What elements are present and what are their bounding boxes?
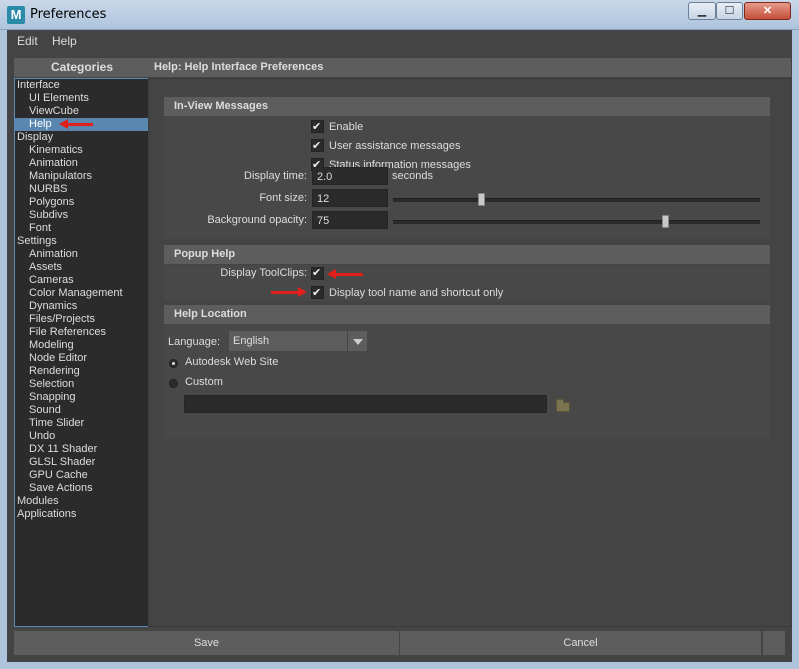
background-opacity-label: Background opacity: bbox=[207, 214, 307, 226]
category-item[interactable]: Sound bbox=[15, 404, 149, 417]
section-help-location[interactable]: Help Location bbox=[164, 305, 770, 324]
category-item[interactable]: Dynamics bbox=[15, 300, 149, 313]
maya-app-icon: M bbox=[7, 6, 25, 24]
category-item[interactable]: Interface bbox=[15, 79, 149, 92]
web-site-label: Autodesk Web Site bbox=[185, 356, 279, 368]
category-item[interactable]: GLSL Shader bbox=[15, 456, 149, 469]
category-item[interactable]: Animation bbox=[15, 157, 149, 170]
cancel-button[interactable]: Cancel bbox=[400, 631, 761, 655]
menu-help[interactable]: Help bbox=[52, 34, 77, 48]
category-item[interactable]: Subdivs bbox=[15, 209, 149, 222]
category-item[interactable]: DX 11 Shader bbox=[15, 443, 149, 456]
enable-label: Enable bbox=[329, 121, 364, 133]
background-opacity-slider-handle[interactable] bbox=[661, 215, 669, 228]
custom-label: Custom bbox=[185, 376, 223, 388]
categories-list[interactable]: Interface UI Elements ViewCube Help Display K… bbox=[14, 78, 150, 627]
title-bar: M Preferences ▁ ☐ ✕ bbox=[0, 0, 799, 30]
language-label: Language: bbox=[168, 336, 220, 348]
user-assistance-label: User assistance messages bbox=[329, 140, 461, 152]
menu-bar: Edit Help bbox=[7, 30, 792, 52]
section-in-view-messages[interactable]: In-View Messages bbox=[164, 97, 770, 116]
close-button[interactable]: ✕ bbox=[744, 2, 791, 20]
folder-icon[interactable] bbox=[556, 399, 570, 412]
window-client: Edit Help Categories Interface UI Element… bbox=[7, 30, 792, 662]
display-time-field[interactable]: 2.0 bbox=[312, 167, 388, 185]
category-item[interactable]: Color Management bbox=[15, 287, 149, 300]
category-item[interactable]: GPU Cache bbox=[15, 469, 149, 482]
font-size-field[interactable]: 12 bbox=[312, 189, 388, 207]
custom-radio[interactable] bbox=[169, 379, 178, 388]
category-item[interactable]: Display bbox=[15, 131, 149, 144]
category-item[interactable]: Kinematics bbox=[15, 144, 149, 157]
category-item[interactable]: Rendering bbox=[15, 365, 149, 378]
category-item[interactable]: Node Editor bbox=[15, 352, 149, 365]
popup-help-body: Display ToolClips: Display tool name and… bbox=[164, 265, 770, 301]
category-item[interactable]: Assets bbox=[15, 261, 149, 274]
category-item[interactable]: Files/Projects bbox=[15, 313, 149, 326]
language-dropdown[interactable]: English bbox=[229, 331, 347, 351]
menu-edit[interactable]: Edit bbox=[17, 34, 38, 48]
maximize-button[interactable]: ☐ bbox=[716, 2, 743, 20]
web-site-radio[interactable] bbox=[169, 359, 178, 368]
categories-header: Categories bbox=[14, 58, 150, 77]
category-item[interactable]: Undo bbox=[15, 430, 149, 443]
category-item[interactable]: Settings bbox=[15, 235, 149, 248]
annotation-arrow bbox=[327, 269, 363, 279]
display-toolclips-checkbox[interactable] bbox=[311, 266, 324, 280]
display-time-label: Display time: bbox=[244, 170, 307, 182]
category-item[interactable]: Save Actions bbox=[15, 482, 149, 495]
category-item[interactable]: UI Elements bbox=[15, 92, 149, 105]
display-time-unit: seconds bbox=[392, 170, 433, 182]
chevron-down-icon[interactable] bbox=[347, 331, 367, 351]
category-item[interactable]: Polygons bbox=[15, 196, 149, 209]
display-toolclips-label: Display ToolClips: bbox=[220, 267, 307, 279]
window-frame: Edit Help Categories Interface UI Element… bbox=[0, 30, 799, 669]
section-popup-help[interactable]: Popup Help bbox=[164, 245, 770, 264]
font-size-slider[interactable] bbox=[393, 198, 760, 202]
tool-name-shortcut-checkbox[interactable] bbox=[311, 285, 324, 301]
custom-path-field[interactable] bbox=[184, 395, 547, 413]
category-item[interactable]: Animation bbox=[15, 248, 149, 261]
category-item[interactable]: Time Slider bbox=[15, 417, 149, 430]
user-assistance-checkbox[interactable] bbox=[311, 138, 324, 154]
enable-checkbox[interactable] bbox=[311, 119, 324, 135]
category-item[interactable]: Manipulators bbox=[15, 170, 149, 183]
category-item[interactable]: Selection bbox=[15, 378, 149, 391]
font-size-label: Font size: bbox=[259, 192, 307, 204]
minimize-button[interactable]: ▁ bbox=[688, 2, 716, 20]
category-item[interactable]: Font bbox=[15, 222, 149, 235]
in-view-messages-body: Enable User assistance messages Status i… bbox=[164, 117, 770, 239]
background-opacity-field[interactable]: 75 bbox=[312, 211, 388, 229]
window-title: Preferences bbox=[30, 7, 107, 22]
category-item[interactable]: Modeling bbox=[15, 339, 149, 352]
category-item[interactable]: Applications bbox=[15, 508, 149, 521]
language-value: English bbox=[233, 335, 270, 347]
preferences-panel: In-View Messages Enable User assistance … bbox=[148, 78, 791, 627]
font-size-slider-handle[interactable] bbox=[478, 193, 486, 206]
panel-header: Help: Help Interface Preferences bbox=[148, 58, 791, 77]
background-opacity-slider[interactable] bbox=[393, 220, 760, 224]
category-item[interactable]: Snapping bbox=[15, 391, 149, 404]
category-item[interactable]: NURBS bbox=[15, 183, 149, 196]
category-item[interactable]: Cameras bbox=[15, 274, 149, 287]
extra-button[interactable] bbox=[763, 631, 785, 655]
help-location-body: Language: English Autodesk Web Site Cust… bbox=[164, 325, 770, 439]
category-item[interactable]: File References bbox=[15, 326, 149, 339]
category-item[interactable]: Modules bbox=[15, 495, 149, 508]
annotation-arrow bbox=[59, 119, 93, 129]
category-item[interactable]: ViewCube bbox=[15, 105, 149, 118]
annotation-arrow bbox=[271, 287, 307, 297]
tool-name-shortcut-label: Display tool name and shortcut only bbox=[329, 287, 504, 299]
save-button[interactable]: Save bbox=[14, 631, 399, 655]
